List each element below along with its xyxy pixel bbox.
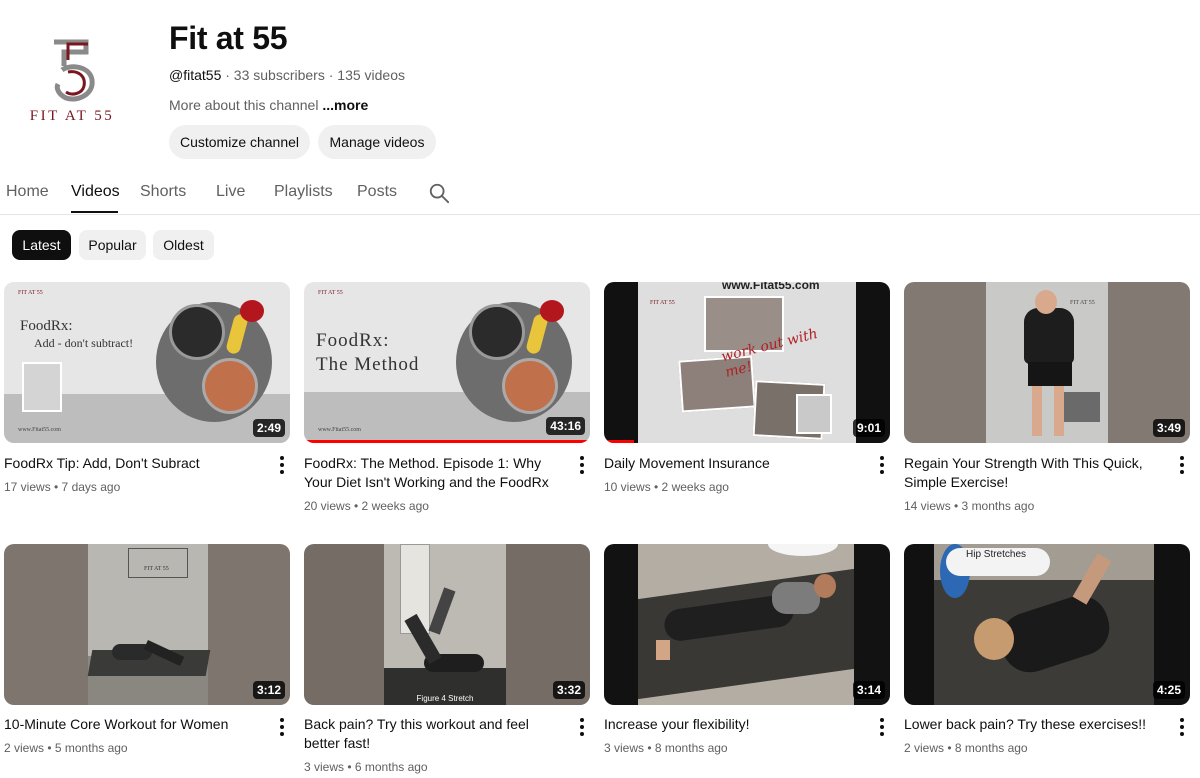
video-title[interactable]: Lower back pain? Try these exercises!! — [904, 715, 1166, 734]
video-title[interactable]: Increase your flexibility! — [604, 715, 866, 734]
search-icon[interactable] — [428, 182, 450, 204]
more-options-icon[interactable] — [276, 456, 288, 474]
manage-videos-button[interactable]: Manage videos — [318, 125, 436, 159]
video-meta: 2 views • 5 months ago — [4, 741, 128, 755]
tab-videos[interactable]: Videos — [71, 183, 120, 201]
channel-stats: @fitat55 · 33 subscribers · 135 videos — [169, 67, 405, 83]
video-thumbnail[interactable]: FIT AT 55 3:49 — [904, 282, 1190, 443]
video-card[interactable]: Hip Stretches 4:25 Lower back pain? Try … — [904, 544, 1190, 756]
channel-logo: FIT AT 55 — [22, 36, 122, 128]
video-title[interactable]: Back pain? Try this workout and feel bet… — [304, 715, 566, 753]
thumb-text-line1: FoodRx: — [316, 330, 390, 351]
thumb-logo: FIT AT 55 — [318, 290, 343, 296]
more-options-icon[interactable] — [876, 718, 888, 736]
video-duration: 3:14 — [852, 681, 885, 699]
video-meta: 20 views • 2 weeks ago — [304, 499, 429, 513]
filter-popular[interactable]: Popular — [79, 230, 146, 260]
video-duration: 3:32 — [552, 681, 585, 699]
thumb-logo: FIT AT 55 — [1070, 300, 1095, 306]
video-title[interactable]: FoodRx: The Method. Episode 1: Why Your … — [304, 454, 566, 492]
more-options-icon[interactable] — [576, 456, 588, 474]
thumb-logo: FIT AT 55 — [144, 566, 169, 572]
video-duration: 43:16 — [546, 417, 585, 435]
video-thumbnail[interactable]: FIT AT 55 3:12 — [4, 544, 290, 705]
video-card[interactable]: Figure 4 Stretch 3:32 Back pain? Try thi… — [304, 544, 590, 776]
thumb-text-line1: www.Fitat55.com — [722, 282, 820, 292]
about-prefix: More about this channel — [169, 97, 323, 113]
video-title[interactable]: Daily Movement Insurance — [604, 454, 866, 473]
thumb-text-line2: Add - don't subtract! — [34, 336, 134, 350]
video-meta: 17 views • 7 days ago — [4, 480, 121, 494]
more-options-icon[interactable] — [276, 718, 288, 736]
channel-about[interactable]: More about this channel ...more — [169, 97, 368, 113]
video-duration: 4:25 — [1152, 681, 1185, 699]
video-meta: 3 views • 6 months ago — [304, 760, 428, 774]
tab-home[interactable]: Home — [6, 183, 49, 201]
more-options-icon[interactable] — [1176, 456, 1188, 474]
channel-handle: @fitat55 — [169, 67, 222, 83]
more-options-icon[interactable] — [876, 456, 888, 474]
video-title[interactable]: FoodRx Tip: Add, Don't Subract — [4, 454, 266, 473]
thumb-logo: FIT AT 55 — [650, 300, 675, 306]
video-meta: 2 views • 8 months ago — [904, 741, 1028, 755]
thumb-caption: Figure 4 Stretch — [416, 694, 474, 703]
channel-counts: · 33 subscribers · 135 videos — [221, 67, 405, 83]
video-meta: 3 views • 8 months ago — [604, 741, 728, 755]
active-tab-indicator — [71, 211, 118, 213]
video-duration: 9:01 — [852, 419, 885, 437]
customize-channel-button[interactable]: Customize channel — [169, 125, 310, 159]
video-card[interactable]: FIT AT 55 3:49 Regain Your Strength With… — [904, 282, 1190, 513]
filter-latest[interactable]: Latest — [12, 230, 71, 260]
filter-oldest[interactable]: Oldest — [153, 230, 214, 260]
video-meta: 14 views • 3 months ago — [904, 499, 1035, 513]
channel-name: Fit at 55 — [169, 20, 288, 56]
more-options-icon[interactable] — [1176, 718, 1188, 736]
watch-progress-bar — [304, 440, 590, 443]
tab-shorts[interactable]: Shorts — [140, 183, 186, 201]
video-meta: 10 views • 2 weeks ago — [604, 480, 729, 494]
tab-playlists[interactable]: Playlists — [274, 183, 333, 201]
video-card[interactable]: 3:14 Increase your flexibility! 3 views … — [604, 544, 890, 756]
video-thumbnail[interactable]: FIT AT 55 www.Fitat55.com work out with … — [604, 282, 890, 443]
tab-posts[interactable]: Posts — [357, 183, 397, 201]
video-duration: 3:49 — [1152, 419, 1185, 437]
tab-live[interactable]: Live — [216, 183, 245, 201]
video-thumbnail[interactable]: FIT AT 55 FoodRx: The Method www.Fitat55… — [304, 282, 590, 443]
video-thumbnail[interactable]: FIT AT 55 FoodRx: Add - don't subtract! … — [4, 282, 290, 443]
video-card[interactable]: FIT AT 55 www.Fitat55.com work out with … — [604, 282, 890, 494]
more-options-icon[interactable] — [576, 718, 588, 736]
video-thumbnail[interactable]: 3:14 — [604, 544, 890, 705]
video-title[interactable]: Regain Your Strength With This Quick, Si… — [904, 454, 1166, 492]
video-duration: 2:49 — [252, 419, 285, 437]
video-title[interactable]: 10-Minute Core Workout for Women — [4, 715, 266, 734]
video-card[interactable]: FIT AT 55 3:12 10-Minute Core Workout fo… — [4, 544, 290, 756]
fit55-logo-icon — [54, 39, 95, 102]
about-more-link[interactable]: ...more — [322, 97, 368, 113]
video-card[interactable]: FIT AT 55 FoodRx: The Method www.Fitat55… — [304, 282, 590, 513]
thumb-text-line1: FoodRx: — [20, 318, 73, 334]
logo-wordmark: FIT AT 55 — [29, 108, 115, 124]
watch-progress-bar — [604, 440, 634, 443]
video-duration: 3:12 — [252, 681, 285, 699]
thumb-logo: FIT AT 55 — [18, 290, 43, 296]
thumb-caption: Hip Stretches — [966, 549, 1027, 560]
video-card[interactable]: FIT AT 55 FoodRx: Add - don't subtract! … — [4, 282, 290, 494]
video-thumbnail[interactable]: Figure 4 Stretch 3:32 — [304, 544, 590, 705]
thumb-url: www.Fitat55.com — [318, 427, 361, 433]
video-thumbnail[interactable]: Hip Stretches 4:25 — [904, 544, 1190, 705]
thumb-text-line2: The Method — [316, 354, 420, 375]
channel-tabs: Home Videos Shorts Live Playlists Posts — [0, 170, 1200, 215]
thumb-url: www.Fitat55.com — [18, 427, 61, 433]
